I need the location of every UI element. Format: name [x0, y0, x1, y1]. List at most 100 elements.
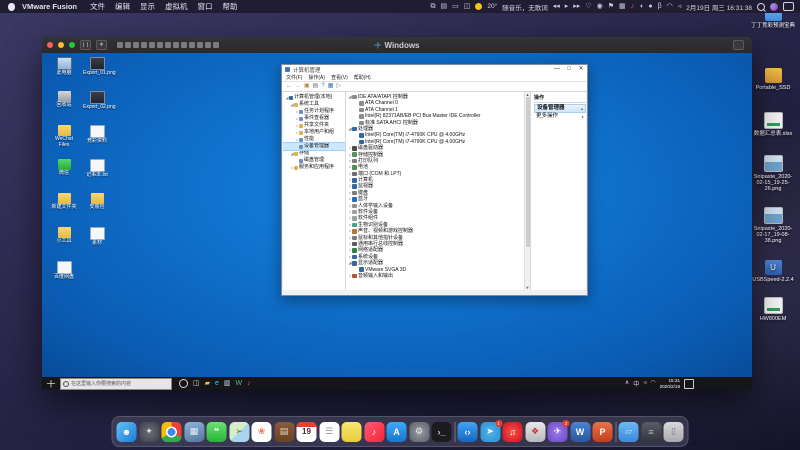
menubar-clock[interactable]: 2月19日 周三 16:31:38: [686, 2, 752, 12]
ime-indicator[interactable]: 中: [633, 379, 639, 388]
dock-books-icon[interactable]: ▤: [274, 422, 294, 442]
menubar-menu-虚拟机[interactable]: 虚拟机: [165, 1, 188, 12]
expand-caret-icon[interactable]: ▸: [582, 113, 584, 120]
help-icon[interactable]: ?: [321, 82, 324, 91]
mac-desktop-icon[interactable]: Snipaste_2020-02-15_19-25-26.png: [750, 155, 796, 192]
dock-calendar-icon[interactable]: 19: [297, 422, 317, 442]
taskbar-search-box[interactable]: 在这里输入你要搜索的内容: [60, 378, 172, 390]
win-desktop-icon[interactable]: 小工具: [50, 227, 78, 245]
dock-powerpoint-icon[interactable]: P: [593, 422, 613, 442]
input-source-icon[interactable]: ◫: [464, 0, 471, 13]
scroll-down-icon[interactable]: ▼: [525, 285, 530, 290]
tree-item-事件查看器[interactable]: ▹事件查看器: [283, 115, 345, 122]
tree-item-服务和应用程序[interactable]: ▹服务和应用程序: [283, 164, 345, 171]
cm-menu-操作(A)[interactable]: 操作(A): [308, 74, 325, 81]
record-icon[interactable]: ◉: [597, 0, 603, 13]
win-desktop-icon[interactable]: 百度网盘: [50, 261, 78, 281]
dock-vmware-fusion-icon[interactable]: ❖: [525, 422, 545, 442]
bluetooth-icon[interactable]: β: [658, 0, 662, 13]
dock-preview-icon[interactable]: ▦: [184, 422, 204, 442]
menubar-menu-显示[interactable]: 显示: [140, 1, 155, 12]
menubar-menu-帮助[interactable]: 帮助: [223, 1, 238, 12]
task-view-icon[interactable]: ◫: [193, 377, 200, 390]
win-desktop-icon[interactable]: 微信: [50, 159, 78, 177]
store-icon[interactable]: ▥: [224, 377, 231, 390]
dock-messages-icon[interactable]: ❝: [207, 422, 227, 442]
dock-stickies-icon[interactable]: [342, 422, 362, 442]
netease-icon[interactable]: ♪: [247, 377, 251, 390]
heart-icon[interactable]: ♡: [585, 0, 591, 13]
dock-finder-icon[interactable]: ☻: [117, 422, 137, 442]
cm-menu-文件(F)[interactable]: 文件(F): [286, 74, 302, 81]
dock-word-icon[interactable]: W: [570, 422, 590, 442]
win-desktop-icon[interactable]: 新建文件夹: [50, 193, 78, 211]
netease-status-icon[interactable]: ♪: [631, 0, 635, 13]
cm-scrollbar[interactable]: ▲ ▼: [524, 92, 530, 290]
win-desktop-icon[interactable]: 素材: [83, 227, 111, 247]
win-desktop-icon[interactable]: Export_02.png: [83, 91, 111, 111]
legacy-icon[interactable]: ▷: [336, 82, 341, 91]
tree-item-磁盘管理[interactable]: 磁盘管理: [283, 157, 345, 164]
dock-terminal-icon[interactable]: ›_: [432, 422, 452, 442]
menubar-menu-编辑[interactable]: 编辑: [115, 1, 130, 12]
spotlight-icon[interactable]: [757, 3, 765, 11]
rewind-icon[interactable]: ◂◂: [553, 0, 560, 13]
tree-item-性能[interactable]: ▹性能: [283, 136, 345, 143]
battery-icon[interactable]: ▭: [452, 0, 459, 13]
doc-icon[interactable]: ▤: [313, 82, 319, 91]
tree-item-计算机管理(本地)[interactable]: ◢计算机管理(本地): [283, 94, 345, 101]
back-icon[interactable]: ←: [286, 82, 292, 91]
dock-bird-app-icon[interactable]: ✈2: [548, 422, 568, 442]
tree-item-任务计划程序[interactable]: ▹任务计划程序: [283, 108, 345, 115]
start-button[interactable]: [47, 380, 55, 388]
edge-icon[interactable]: e: [215, 377, 219, 390]
volume-icon[interactable]: ◃: [678, 0, 682, 13]
win-desktop-icon[interactable]: 记事本.txt: [83, 159, 111, 179]
active-app-name[interactable]: VMware Fusion: [22, 2, 77, 11]
tree-item-本地用户和组[interactable]: ▹本地用户和组: [283, 129, 345, 136]
wifi-icon[interactable]: ◠: [667, 0, 673, 13]
actions-more-item[interactable]: 更多操作 ▸: [534, 113, 586, 120]
volume-icon[interactable]: ◃: [643, 379, 646, 388]
mac-desktop-icon[interactable]: 数据汇总表.xlsx: [750, 112, 796, 137]
cortana-icon[interactable]: [179, 379, 188, 388]
mac-desktop-icon[interactable]: HW800EM: [750, 297, 796, 322]
wechat-status-icon[interactable]: ◖: [639, 0, 643, 13]
cloud-icon[interactable]: ●: [648, 0, 652, 13]
displays-icon[interactable]: ⧉: [431, 0, 436, 13]
dock-downloads-stack-icon[interactable]: ≡: [641, 422, 661, 442]
tray-chevron-icon[interactable]: ∧: [625, 379, 629, 388]
network-icon[interactable]: ◠: [650, 379, 655, 388]
device-row[interactable]: ▹音频输入和输出: [346, 273, 530, 279]
win-desktop-icon[interactable]: Export_01.png: [83, 57, 111, 77]
scroll-thumb[interactable]: [526, 97, 530, 247]
window-icon[interactable]: ▣: [304, 82, 310, 91]
vmware-titlebar[interactable]: ❙❙ ✱ Windows: [42, 37, 752, 53]
play-icon[interactable]: ▸: [565, 0, 569, 13]
tree-item-设备管理器[interactable]: 设备管理器: [283, 143, 345, 150]
forward-icon[interactable]: →: [295, 82, 301, 91]
dock-netease-music-icon[interactable]: ♫: [503, 422, 523, 442]
apple-menu-icon[interactable]: [8, 3, 15, 11]
win-desktop-icon[interactable]: WeChat Files: [50, 125, 78, 148]
menubar-menu-窗口[interactable]: 窗口: [198, 1, 213, 12]
dock-vscode-icon[interactable]: ‹›: [458, 422, 478, 442]
win-desktop-icon[interactable]: 竞彩资料: [83, 125, 111, 145]
keyboard-brightness-icon[interactable]: ▤: [441, 0, 448, 13]
dock-music-icon[interactable]: ♪: [364, 422, 384, 442]
cm-maximize-button[interactable]: □: [563, 65, 575, 74]
tree-item-存储[interactable]: ◢存储: [283, 150, 345, 157]
console-icon[interactable]: ▦: [328, 82, 334, 91]
menubar-menu-文件[interactable]: 文件: [90, 1, 105, 12]
cm-menu-帮助(H)[interactable]: 帮助(H): [354, 74, 371, 81]
dock-chrome-icon[interactable]: [162, 422, 182, 442]
fast-forward-icon[interactable]: ▸▸: [573, 0, 580, 13]
win-desktop-icon[interactable]: 安装包: [83, 193, 111, 211]
dock-app-store-icon[interactable]: A: [387, 422, 407, 442]
action-center-icon[interactable]: [684, 379, 694, 389]
collapse-caret-icon[interactable]: ▴: [581, 105, 583, 112]
file-explorer-icon[interactable]: ▰: [205, 377, 210, 390]
cm-menu-查看(V)[interactable]: 查看(V): [331, 74, 348, 81]
grid-icon[interactable]: ▦: [619, 0, 626, 13]
win-desktop-icon[interactable]: 此电脑: [50, 57, 78, 77]
